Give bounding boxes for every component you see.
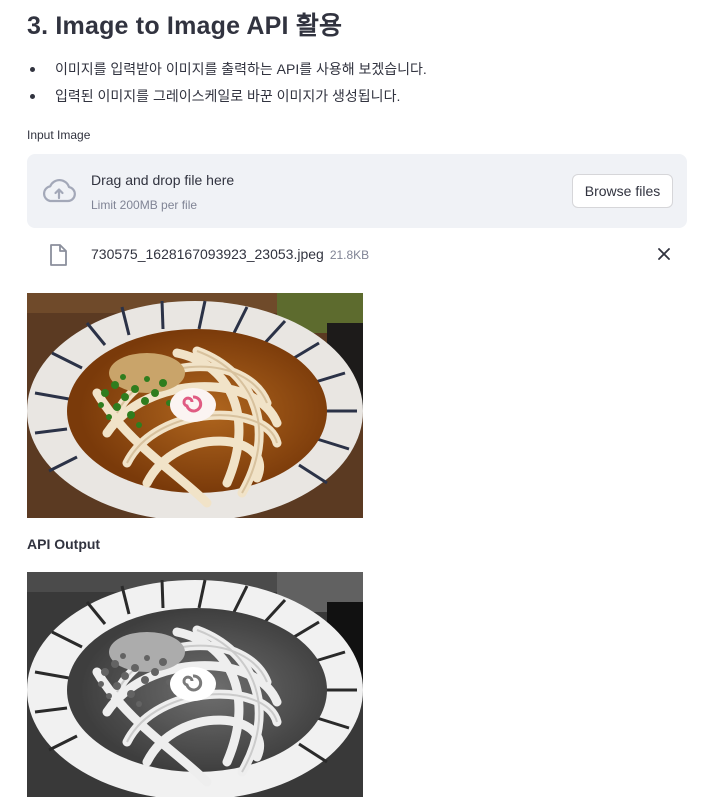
file-dropzone[interactable]: Drag and drop file here Limit 200MB per …	[27, 154, 687, 228]
file-icon	[50, 244, 67, 266]
browse-files-button[interactable]: Browse files	[572, 174, 673, 208]
file-size: 21.8KB	[329, 248, 370, 262]
file-name-text: 730575_1628167093923_23053.jpeg	[91, 246, 324, 262]
udon-bowl-grayscale-photo	[27, 572, 363, 797]
description-item: 입력된 이미지를 그레이스케일로 바꾼 이미지가 생성됩니다.	[27, 86, 427, 113]
input-image-preview	[27, 293, 363, 518]
description-item: 이미지를 입력받아 이미지를 출력하는 API를 사용해 보겠습니다.	[27, 59, 427, 86]
udon-bowl-photo	[27, 293, 363, 518]
output-image-preview	[27, 572, 363, 797]
uploaded-file-row: 730575_1628167093923_23053.jpeg 21.8KB	[27, 238, 687, 272]
input-image-label: Input Image	[27, 128, 91, 142]
page-title: 3. Image to Image API 활용	[27, 12, 343, 40]
description-list: 이미지를 입력받아 이미지를 출력하는 API를 사용해 보겠습니다. 입력된 …	[27, 59, 427, 113]
dropzone-instructions: Drag and drop file here	[91, 172, 235, 188]
api-output-label: API Output	[27, 536, 101, 552]
close-icon[interactable]	[657, 247, 671, 261]
cloud-upload-icon	[42, 178, 76, 203]
dropzone-limit: Limit 200MB per file	[91, 198, 198, 212]
uploaded-file-name: 730575_1628167093923_23053.jpeg 21.8KB	[91, 246, 369, 262]
